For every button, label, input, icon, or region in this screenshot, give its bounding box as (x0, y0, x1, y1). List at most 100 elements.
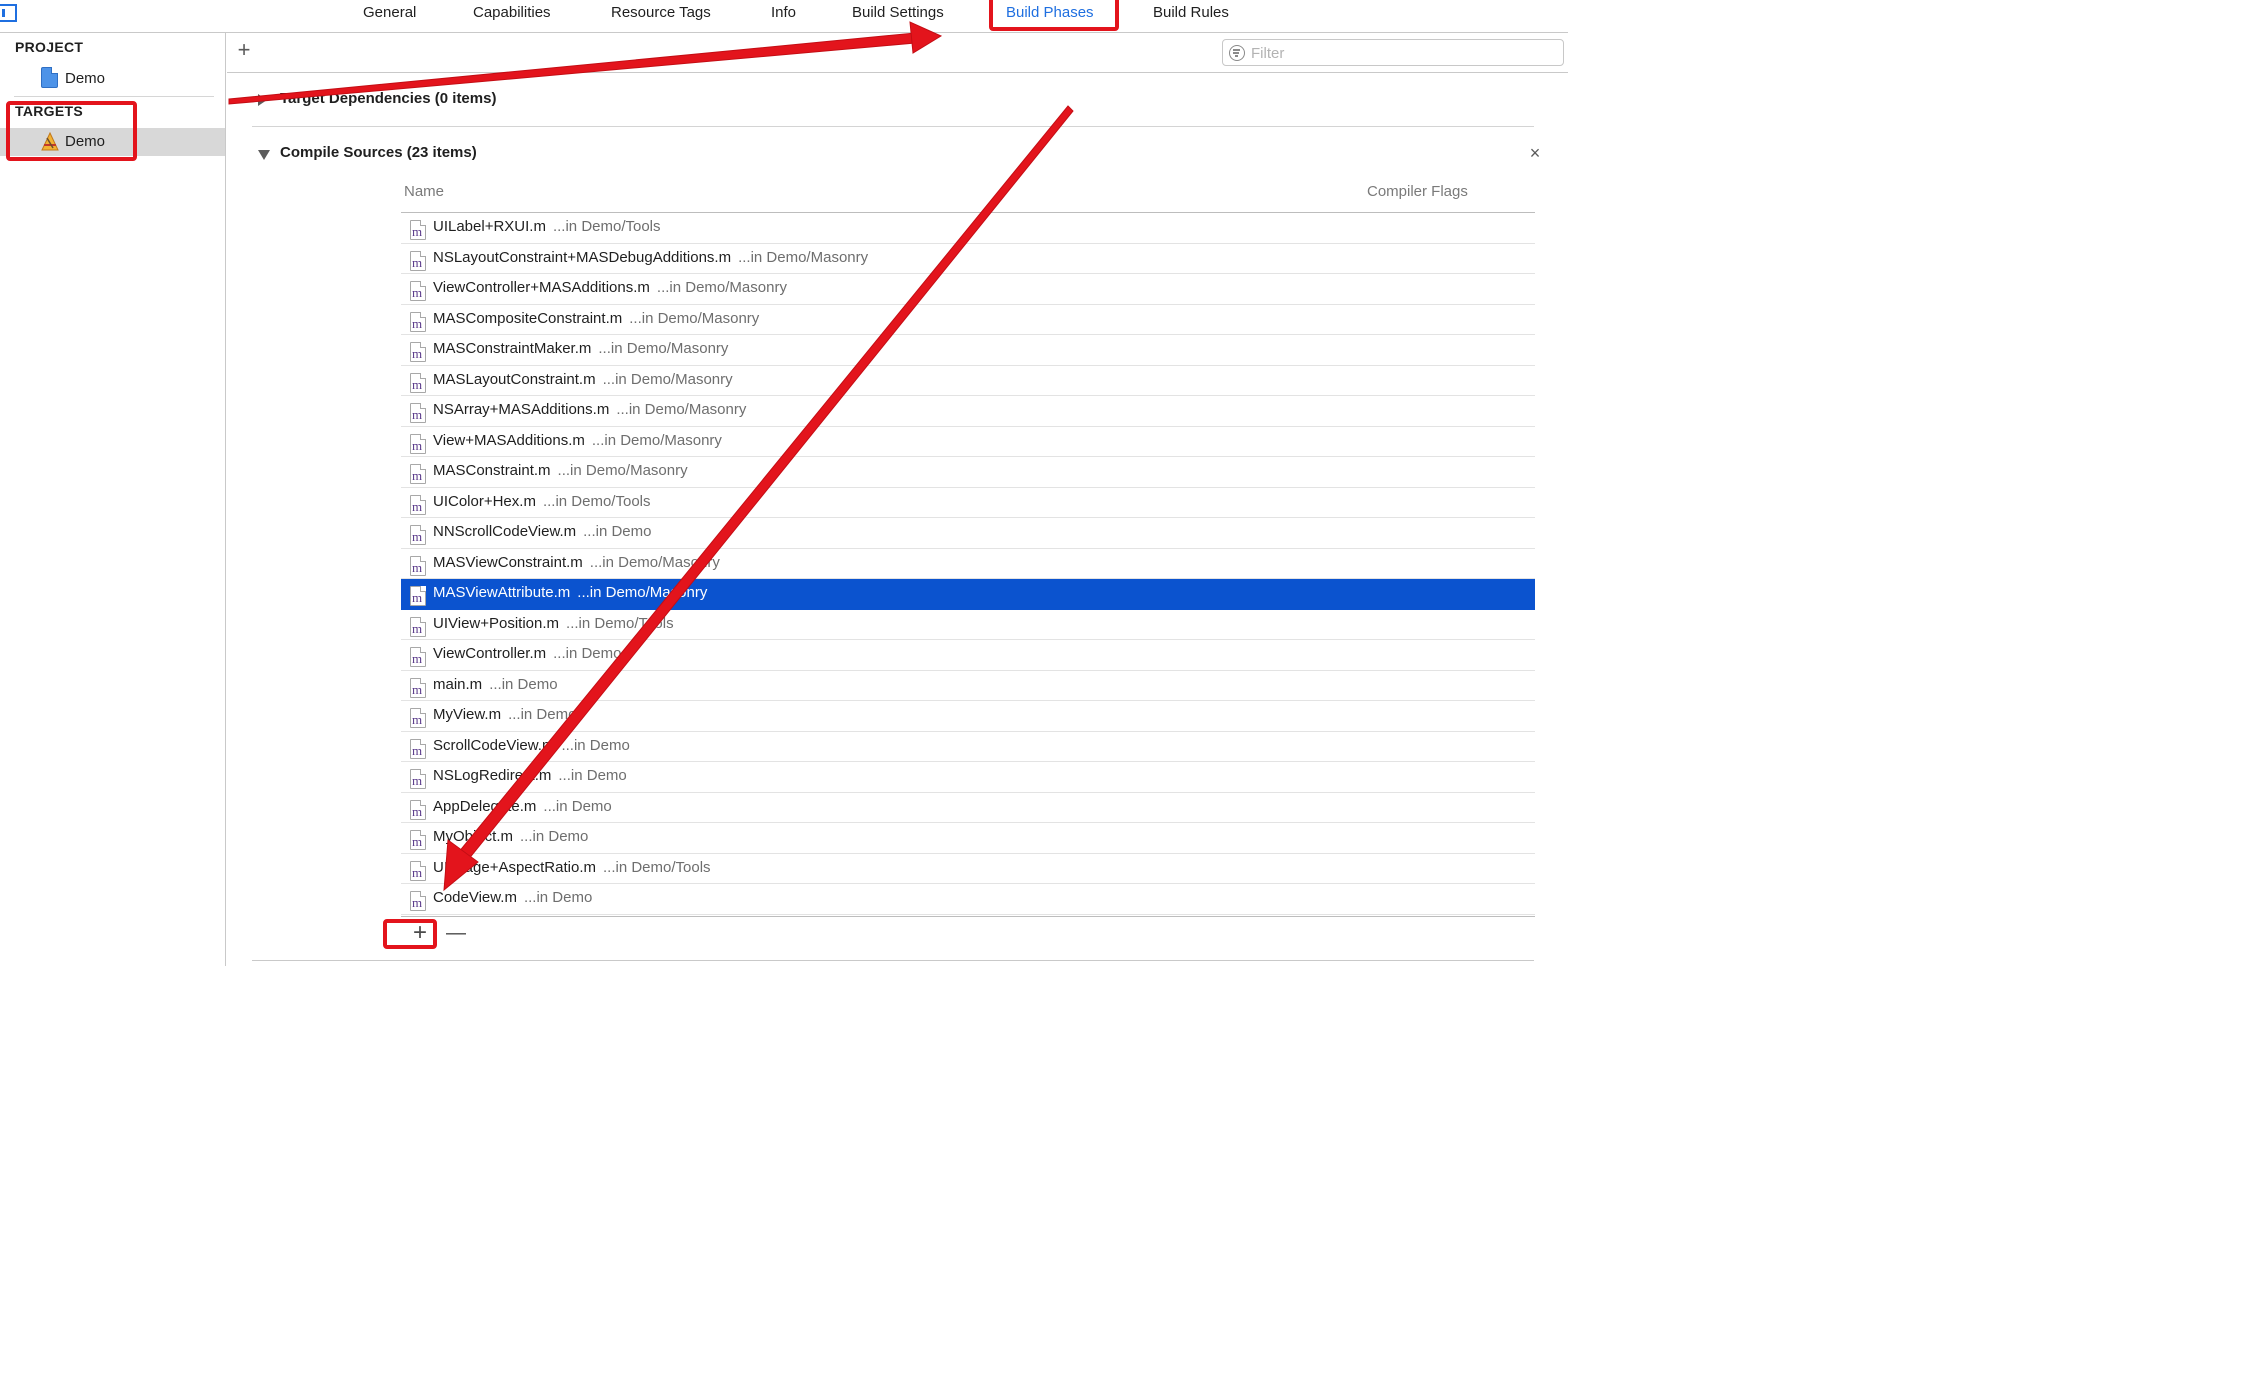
source-file-icon: m (410, 616, 426, 637)
disclosure-triangle-icon[interactable] (258, 94, 267, 106)
file-path: ...in Demo/Masonry (656, 279, 787, 296)
file-path: ...in Demo (558, 767, 627, 784)
phase-target-dependencies[interactable]: Target Dependencies (0 items) (252, 86, 1562, 116)
tab-build-phases[interactable]: Build Phases (1006, 3, 1094, 25)
filter-icon (1229, 45, 1245, 61)
source-file-icon: m (410, 677, 426, 698)
file-name: MASViewConstraint.m ...in Demo/Masonry (433, 553, 720, 571)
file-path: ...in Demo (561, 736, 630, 754)
table-row[interactable]: m UILabel+RXUI.m ...in Demo/Tools (401, 213, 1535, 244)
file-name: MyObject.m ...in Demo (433, 828, 589, 845)
sidebar-item-label: Demo (65, 133, 106, 150)
table-row[interactable]: m UIView+Position.m ...in Demo/Tools (401, 610, 1535, 640)
file-name: ViewController.m ...in Demo (433, 645, 622, 662)
phase-divider (252, 126, 1534, 127)
table-row[interactable]: m UIImage+AspectRatio.m ...in Demo/Tools (401, 854, 1535, 884)
table-row[interactable]: m MASViewConstraint.m ...in Demo/Masonry (401, 549, 1535, 579)
editor-header: + (227, 33, 1568, 73)
file-path: ...in Demo/Masonry (629, 309, 760, 327)
source-file-icon: m (410, 372, 426, 393)
file-name: ViewController+MASAdditions.m ...in Demo/… (433, 279, 787, 296)
file-name: main.m ...in Demo (433, 675, 558, 693)
source-file-icon: m (410, 647, 426, 667)
file-path: ...in Demo (553, 645, 622, 662)
file-name: ScrollCodeView.m ...in Demo (433, 736, 630, 754)
table-row[interactable]: m MyView.m ...in Demo (401, 701, 1535, 732)
column-header-name[interactable]: Name (404, 183, 444, 200)
file-path: ...in Demo/Masonry (598, 340, 729, 357)
table-row[interactable]: m AppDelegate.m ...in Demo (401, 793, 1535, 823)
tab-resource-tags[interactable]: Resource Tags (611, 3, 711, 25)
sidebar-item-target-demo[interactable]: Demo (0, 128, 225, 156)
table-row[interactable]: m MASLayoutConstraint.m ...in Demo/Masonry (401, 366, 1535, 396)
tab-general[interactable]: General (363, 3, 416, 25)
phase-divider (252, 960, 1534, 961)
filter-input[interactable] (1251, 43, 1551, 63)
file-path: ...in Demo (583, 523, 652, 540)
column-header-compiler-flags[interactable]: Compiler Flags (1367, 183, 1468, 200)
file-path: ...in Demo (543, 797, 612, 815)
table-row[interactable]: m NSLogRedirect.m ...in Demo (401, 762, 1535, 793)
tab-bar: General Capabilities Resource Tags Info … (0, 0, 1568, 33)
close-icon[interactable]: × (1527, 144, 1543, 162)
source-file-icon: m (410, 586, 426, 606)
tab-build-rules[interactable]: Build Rules (1153, 3, 1229, 25)
source-file-icon: m (410, 281, 426, 301)
table-row[interactable]: m MASViewAttribute.m ...in Demo/Masonry (401, 579, 1535, 610)
file-name: View+MASAdditions.m ...in Demo/Masonry (433, 431, 722, 449)
file-path: ...in Demo (489, 675, 558, 693)
table-row[interactable]: m View+MASAdditions.m ...in Demo/Masonry (401, 427, 1535, 457)
table-row[interactable]: m MASCompositeConstraint.m ...in Demo/Maso… (401, 305, 1535, 335)
file-name: MASLayoutConstraint.m ...in Demo/Masonry (433, 370, 733, 388)
file-path: ...in Demo (520, 828, 589, 845)
table-row[interactable]: m MASConstraintMaker.m ...in Demo/Masonry (401, 335, 1535, 366)
phase-compile-sources[interactable]: Compile Sources (23 items) (252, 140, 1562, 170)
add-file-button[interactable]: + (410, 921, 430, 945)
file-name: CodeView.m ...in Demo (433, 889, 593, 906)
source-file-icon: m (410, 342, 426, 362)
table-row[interactable]: m ViewController+MASAdditions.m ...in Demo… (401, 274, 1535, 305)
table-row[interactable]: m main.m ...in Demo (401, 671, 1535, 701)
table-row[interactable]: m UIColor+Hex.m ...in Demo/Tools (401, 488, 1535, 518)
sidebar-toggle-icon[interactable] (0, 4, 17, 22)
table-row[interactable]: m NSLayoutConstraint+MASDebugAdditions.m.… (401, 244, 1535, 274)
remove-file-button[interactable]: — (446, 922, 466, 944)
sidebar-item-project-demo[interactable]: Demo (0, 65, 225, 93)
disclosure-triangle-icon[interactable] (258, 150, 270, 160)
table-row[interactable]: m NSArray+MASAdditions.m ...in Demo/Masonr… (401, 396, 1535, 427)
source-file-icon: m (410, 830, 426, 850)
add-build-phase-button[interactable]: + (235, 39, 253, 61)
phase-title: Compile Sources (23 items) (280, 144, 477, 161)
tab-info[interactable]: Info (771, 3, 796, 25)
file-name: UIColor+Hex.m ...in Demo/Tools (433, 492, 651, 510)
file-name: NSLayoutConstraint+MASDebugAdditions.m..… (433, 248, 869, 266)
project-file-icon (41, 67, 58, 88)
file-name: UIImage+AspectRatio.m ...in Demo/Tools (433, 858, 711, 876)
source-file-icon: m (410, 220, 426, 240)
file-path: ...in Demo (523, 889, 593, 906)
file-name: MASViewAttribute.m ...in Demo/Masonry (433, 584, 708, 601)
table-row[interactable]: m NNScrollCodeView.m ...in Demo (401, 518, 1535, 549)
tab-capabilities[interactable]: Capabilities (473, 3, 551, 25)
source-file-icon: m (410, 494, 426, 515)
source-file-icon: m (410, 555, 426, 576)
source-file-icon: m (410, 250, 426, 271)
table-row[interactable]: m ViewController.m ...in Demo (401, 640, 1535, 671)
file-name: NSArray+MASAdditions.m ...in Demo/Masonry (433, 401, 747, 418)
file-name: NNScrollCodeView.m ...in Demo (433, 523, 652, 540)
file-path: ...in Demo/Tools (552, 218, 661, 235)
table-row[interactable]: m CodeView.m ...in Demo (401, 884, 1535, 915)
table-row[interactable]: m MyObject.m ...in Demo (401, 823, 1535, 854)
table-row[interactable]: m ScrollCodeView.m ...in Demo (401, 732, 1535, 762)
compile-sources-list: m UILabel+RXUI.m ...in Demo/Tools m NSLayout… (401, 213, 1535, 915)
source-file-icon: m (410, 433, 426, 454)
app-target-icon (41, 132, 59, 151)
table-row[interactable]: m MASConstraint.m ...in Demo/Masonry (401, 457, 1535, 488)
file-name: UILabel+RXUI.m ...in Demo/Tools (433, 218, 661, 235)
filter-field[interactable] (1222, 39, 1564, 66)
project-header: PROJECT (15, 39, 84, 55)
source-file-icon: m (410, 738, 426, 759)
file-path: ...in Demo/Masonry (738, 248, 869, 266)
tab-build-settings[interactable]: Build Settings (852, 3, 944, 25)
source-file-icon: m (410, 403, 426, 423)
